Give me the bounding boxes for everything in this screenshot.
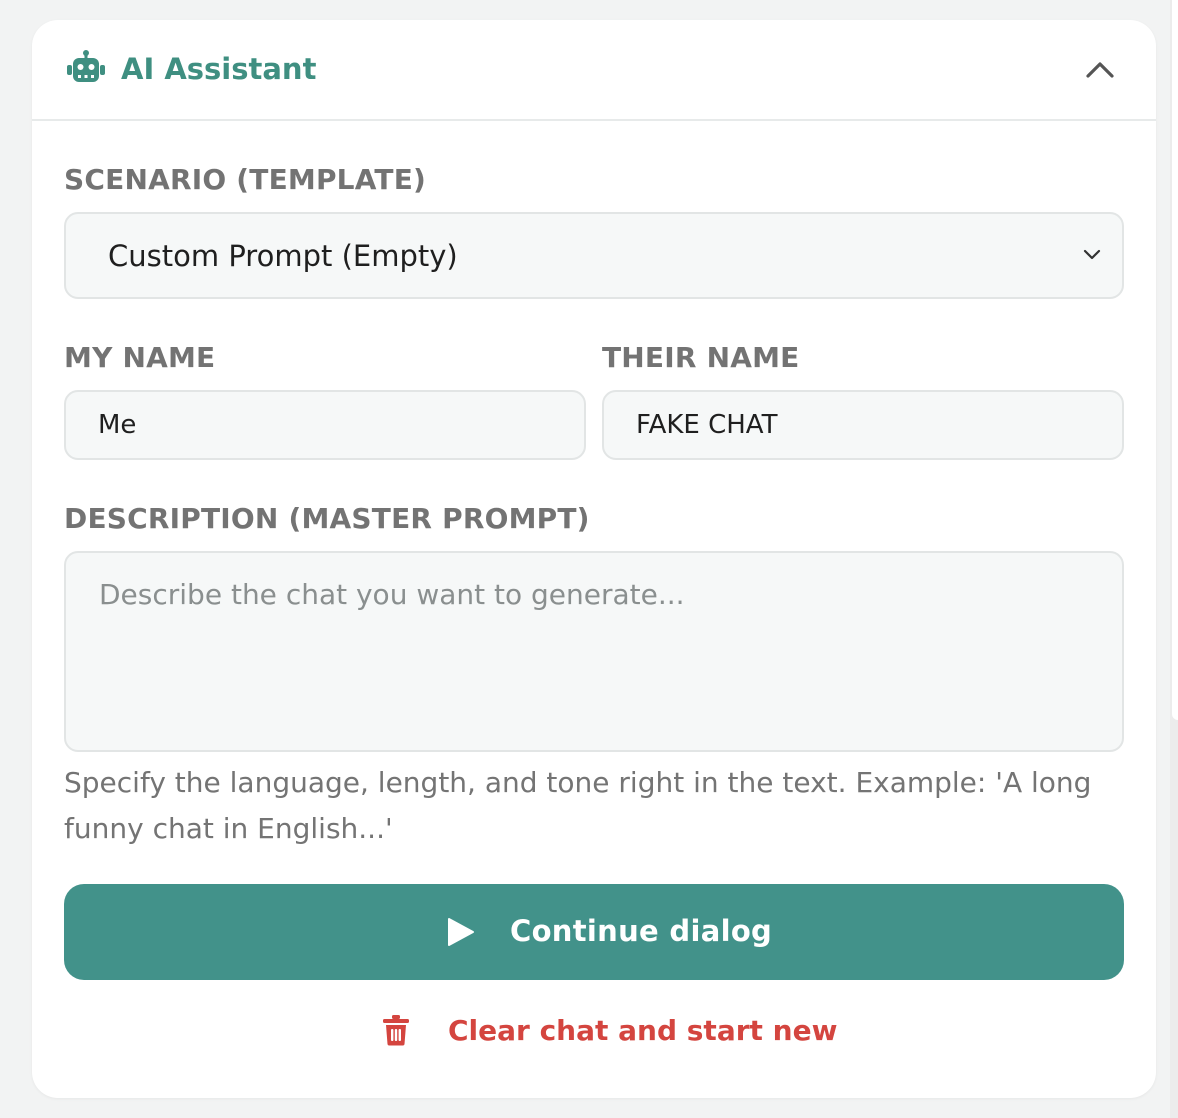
description-label: DESCRIPTION (MASTER PROMPT) xyxy=(64,502,590,535)
description-textarea[interactable] xyxy=(64,551,1124,752)
their-name-label: THEIR NAME xyxy=(602,341,800,374)
trash-icon xyxy=(383,1015,409,1046)
panel-title: AI Assistant xyxy=(121,52,317,86)
chevron-down-icon xyxy=(1083,249,1101,260)
ai-assistant-panel: AI Assistant SCENARIO (TEMPLATE) Custom … xyxy=(32,20,1156,1098)
continue-dialog-label: Continue dialog xyxy=(510,914,773,948)
description-hint: Specify the language, length, and tone r… xyxy=(64,766,1092,845)
continue-dialog-button[interactable]: Continue dialog xyxy=(64,884,1124,980)
adjacent-panel-edge xyxy=(1172,0,1178,720)
my-name-label: MY NAME xyxy=(64,341,216,374)
their-name-input[interactable] xyxy=(602,390,1124,460)
scenario-label: SCENARIO (TEMPLATE) xyxy=(64,163,427,196)
scenario-selected-value: Custom Prompt (Empty) xyxy=(108,239,458,273)
chevron-up-icon[interactable] xyxy=(1084,54,1116,82)
play-icon xyxy=(448,918,474,946)
scenario-select[interactable]: Custom Prompt (Empty) xyxy=(64,212,1124,299)
robot-icon xyxy=(67,50,105,82)
my-name-input[interactable] xyxy=(64,390,586,460)
clear-chat-button[interactable]: Clear chat and start new xyxy=(372,1010,837,1054)
panel-header[interactable]: AI Assistant xyxy=(32,20,1156,121)
clear-chat-label: Clear chat and start new xyxy=(448,1014,838,1047)
